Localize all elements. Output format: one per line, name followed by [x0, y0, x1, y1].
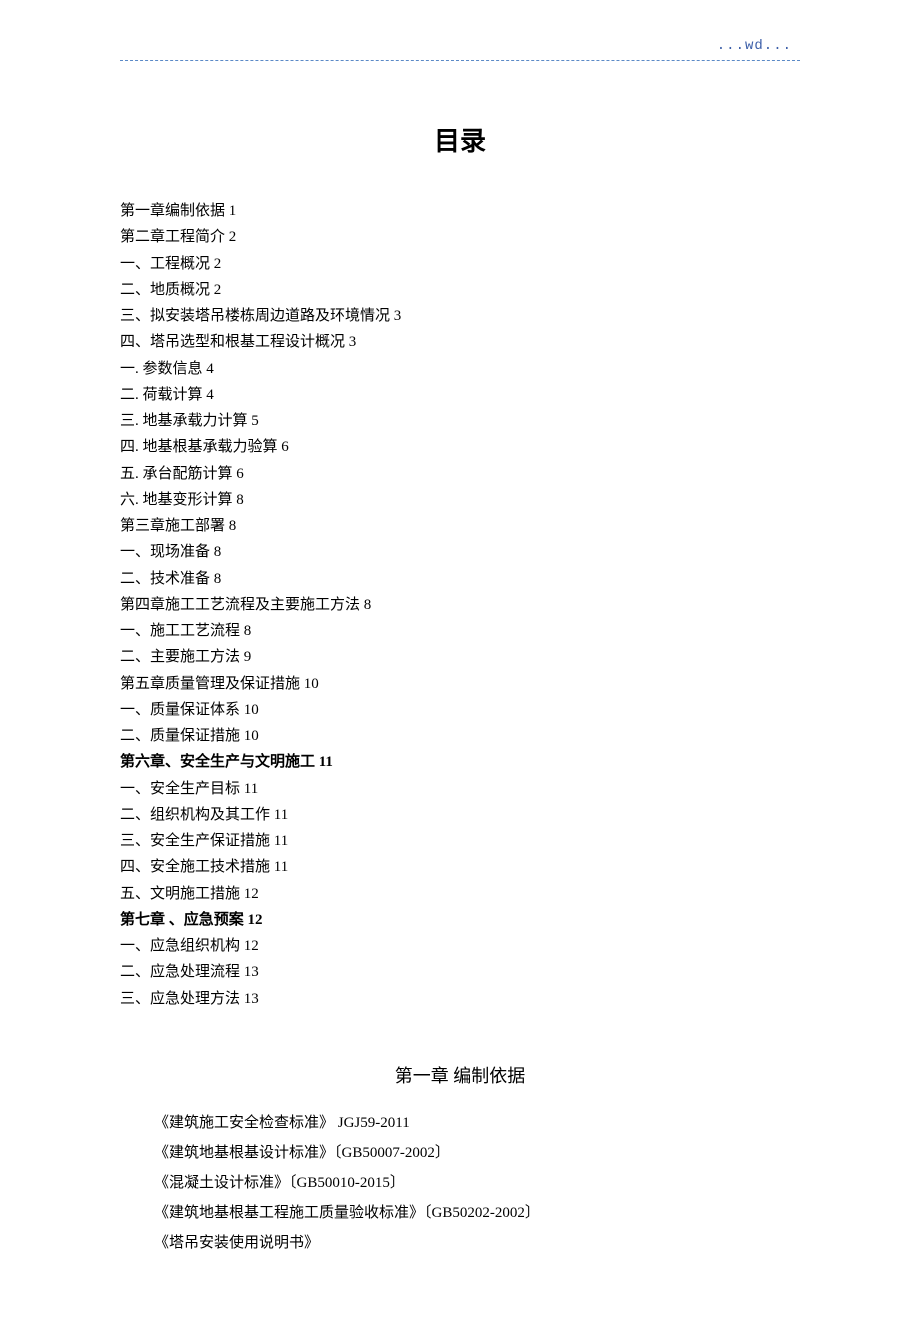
toc-entry: 第四章施工工艺流程及主要施工方法 8	[120, 592, 800, 618]
toc-entry: 三、应急处理方法 13	[120, 986, 800, 1012]
toc-entry: 六. 地基变形计算 8	[120, 487, 800, 513]
toc-entry: 第七章 、应急预案 12	[120, 907, 800, 933]
toc-entry: 五、文明施工措施 12	[120, 881, 800, 907]
chapter-1-body: 《建筑施工安全检查标准》 JGJ59-2011《建筑地基根基设计标准》〔GB50…	[120, 1108, 800, 1258]
toc-entry: 四. 地基根基承载力验算 6	[120, 434, 800, 460]
toc-entry: 二、应急处理流程 13	[120, 959, 800, 985]
toc-entry: 第三章施工部署 8	[120, 513, 800, 539]
toc-entry: 第六章、安全生产与文明施工 11	[120, 749, 800, 775]
reference-line: 《混凝土设计标准》〔GB50010-2015〕	[154, 1168, 800, 1198]
toc-entry: 第一章编制依据 1	[120, 198, 800, 224]
toc-entry: 一、应急组织机构 12	[120, 933, 800, 959]
toc-entry: 三、安全生产保证措施 11	[120, 828, 800, 854]
table-of-contents: 第一章编制依据 1第二章工程简介 2一、工程概况 2二、地质概况 2三、拟安装塔…	[120, 198, 800, 1012]
toc-entry: 四、安全施工技术措施 11	[120, 854, 800, 880]
chapter-1-heading: 第一章 编制依据	[120, 1062, 800, 1088]
toc-entry: 第二章工程简介 2	[120, 224, 800, 250]
toc-entry: 第五章质量管理及保证措施 10	[120, 671, 800, 697]
toc-entry: 二、主要施工方法 9	[120, 644, 800, 670]
toc-entry: 一、质量保证体系 10	[120, 697, 800, 723]
document-page: ...wd... 目录 第一章编制依据 1第二章工程简介 2一、工程概况 2二、…	[0, 0, 920, 1318]
header-watermark: ...wd...	[717, 38, 792, 54]
reference-line: 《建筑地基根基设计标准》〔GB50007-2002〕	[154, 1138, 800, 1168]
toc-title: 目录	[120, 121, 800, 158]
toc-entry: 一、施工工艺流程 8	[120, 618, 800, 644]
toc-entry: 二、组织机构及其工作 11	[120, 802, 800, 828]
toc-entry: 一. 参数信息 4	[120, 356, 800, 382]
reference-line: 《建筑施工安全检查标准》 JGJ59-2011	[154, 1108, 800, 1138]
toc-entry: 一、现场准备 8	[120, 539, 800, 565]
toc-entry: 二. 荷载计算 4	[120, 382, 800, 408]
toc-entry: 一、安全生产目标 11	[120, 776, 800, 802]
reference-line: 《建筑地基根基工程施工质量验收标准》〔GB50202-2002〕	[154, 1198, 800, 1228]
toc-entry: 二、地质概况 2	[120, 277, 800, 303]
reference-line: 《塔吊安装使用说明书》	[154, 1228, 800, 1258]
toc-entry: 四、塔吊选型和根基工程设计概况 3	[120, 329, 800, 355]
toc-entry: 二、质量保证措施 10	[120, 723, 800, 749]
toc-entry: 一、工程概况 2	[120, 251, 800, 277]
toc-entry: 五. 承台配筋计算 6	[120, 461, 800, 487]
toc-entry: 二、技术准备 8	[120, 566, 800, 592]
toc-entry: 三、拟安装塔吊楼栋周边道路及环境情况 3	[120, 303, 800, 329]
page-header-rule: ...wd...	[120, 40, 800, 61]
toc-entry: 三. 地基承载力计算 5	[120, 408, 800, 434]
